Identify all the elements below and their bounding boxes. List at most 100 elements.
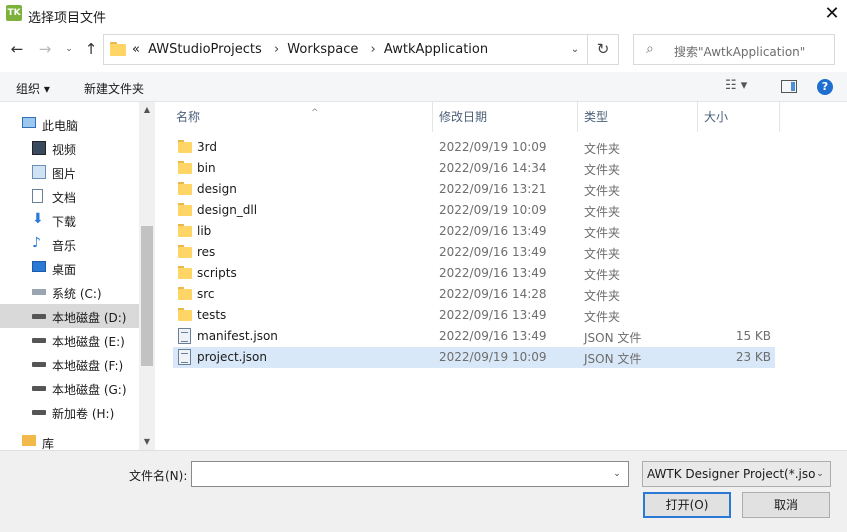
drive-icon (32, 314, 46, 319)
sidebar-item-10[interactable]: 本地磁盘 (E:) (0, 328, 139, 352)
documents-icon (32, 189, 43, 203)
forward-button[interactable]: → (36, 38, 54, 60)
sidebar-item-6[interactable]: ♪ 音乐 (0, 232, 139, 256)
sidebar-item-9[interactable]: 本地磁盘 (D:) (0, 304, 139, 328)
file-type: 文件夹 (584, 310, 621, 324)
scroll-up-icon[interactable]: ▲ (139, 102, 155, 118)
file-row[interactable]: res 2022/09/16 13:49 文件夹 (173, 242, 775, 263)
folder-icon (178, 308, 192, 322)
music-icon: ♪ (32, 235, 41, 251)
file-modified-date: 2022/09/19 10:09 (439, 140, 547, 154)
sidebar-item-11[interactable]: 本地磁盘 (F:) (0, 352, 139, 376)
file-dialog-footer: 文件名(N): ⌄ AWTK Designer Project(*.json) … (0, 450, 847, 532)
search-input[interactable]: ⌕ 搜索"AwtkApplication" (633, 34, 835, 65)
scroll-down-icon[interactable]: ▼ (139, 434, 155, 450)
file-name: manifest.json (197, 329, 278, 343)
open-button[interactable]: 打开(O) (643, 492, 731, 518)
sidebar-item-label: 下载 (52, 215, 77, 229)
sidebar-item-12[interactable]: 本地磁盘 (G:) (0, 376, 139, 400)
sidebar-item-label: 本地磁盘 (E:) (52, 335, 125, 349)
file-name: design (197, 182, 237, 196)
sidebar-item-5[interactable]: ⬇ 下载 (0, 208, 139, 232)
computer-icon (22, 117, 36, 128)
sort-ascending-icon: ^ (311, 108, 319, 118)
json-file-icon (178, 328, 191, 344)
sidebar-item-label: 音乐 (52, 239, 77, 253)
sidebar-item-3[interactable]: 图片 (0, 160, 139, 184)
address-bar[interactable]: « AWStudioProjects › Workspace › AwtkApp… (103, 34, 588, 65)
breadcrumb-item-awtkapplication[interactable]: AwtkApplication (384, 42, 488, 57)
file-modified-date: 2022/09/16 13:49 (439, 266, 547, 280)
search-placeholder: 搜索"AwtkApplication" (674, 45, 806, 59)
download-icon: ⬇ (32, 211, 44, 227)
sidebar-item-2[interactable]: 视频 (0, 136, 139, 160)
column-header-size[interactable]: 大小 (698, 102, 780, 132)
file-type: 文件夹 (584, 184, 621, 198)
back-button[interactable]: ← (8, 38, 26, 60)
folder-icon (178, 245, 192, 259)
column-header-type[interactable]: 类型 (578, 102, 698, 132)
sidebar-item-label: 文档 (52, 191, 77, 205)
address-dropdown-button[interactable]: ⌄ (563, 35, 587, 64)
file-name: project.json (197, 350, 267, 364)
file-row[interactable]: design 2022/09/16 13:21 文件夹 (173, 179, 775, 200)
file-row[interactable]: lib 2022/09/16 13:49 文件夹 (173, 221, 775, 242)
breadcrumb-item-awstudioprojects[interactable]: AWStudioProjects (148, 42, 262, 57)
sidebar-item-label: 桌面 (52, 263, 77, 277)
chevron-down-icon[interactable]: ⌄ (608, 462, 626, 486)
sidebar-item-1[interactable]: 此电脑 (0, 112, 139, 136)
sidebar-item-label: 此电脑 (42, 119, 79, 133)
sidebar-item-4[interactable]: 文档 (0, 184, 139, 208)
sidebar-item-8[interactable]: 系统 (C:) (0, 280, 139, 304)
file-row[interactable]: manifest.json 2022/09/16 13:49 JSON 文件 15 K… (173, 326, 775, 347)
sidebar-item-label: 本地磁盘 (F:) (52, 359, 124, 373)
up-folder-button[interactable]: ↑ (82, 38, 100, 60)
file-modified-date: 2022/09/16 13:49 (439, 308, 547, 322)
help-icon[interactable]: ? (817, 79, 833, 95)
file-row[interactable]: scripts 2022/09/16 13:49 文件夹 (173, 263, 775, 284)
file-type: 文件夹 (584, 142, 621, 156)
new-folder-button[interactable]: 新建文件夹 (84, 80, 144, 97)
folder-icon (178, 203, 192, 217)
recent-locations-button[interactable]: ⌄ (62, 38, 76, 60)
file-row[interactable]: src 2022/09/16 14:28 文件夹 (173, 284, 775, 305)
file-row[interactable]: tests 2022/09/16 13:49 文件夹 (173, 305, 775, 326)
file-row[interactable]: bin 2022/09/16 14:34 文件夹 (173, 158, 775, 179)
navigation-scrollbar[interactable]: ▲ ▼ (139, 102, 155, 450)
close-button[interactable]: ✕ (817, 0, 847, 30)
sidebar-item-label: 系统 (C:) (52, 287, 102, 301)
sidebar-item-7[interactable]: 桌面 (0, 256, 139, 280)
file-row[interactable]: design_dll 2022/09/19 10:09 文件夹 (173, 200, 775, 221)
sidebar-item-label: 本地磁盘 (D:) (52, 311, 127, 325)
file-modified-date: 2022/09/16 13:49 (439, 245, 547, 259)
cancel-button[interactable]: 取消 (742, 492, 830, 518)
folder-icon (178, 161, 192, 175)
file-row[interactable]: 3rd 2022/09/19 10:09 文件夹 (173, 137, 775, 158)
column-header-label: 名称 (176, 110, 201, 124)
scrollbar-thumb[interactable] (141, 226, 153, 366)
preview-pane-icon[interactable] (781, 80, 797, 93)
folder-icon (178, 224, 192, 238)
file-row[interactable]: project.json 2022/09/19 10:09 JSON 文件 23 KB (173, 347, 775, 368)
view-options-button[interactable]: ☷ ▾ (725, 78, 747, 93)
column-header-date[interactable]: 修改日期 (433, 102, 578, 132)
file-type: 文件夹 (584, 289, 621, 303)
sidebar-item-13[interactable]: 新加卷 (H:) (0, 400, 139, 424)
breadcrumb-separator[interactable]: › (274, 42, 279, 57)
file-type-select[interactable]: AWTK Designer Project(*.json) ⌄ (642, 461, 831, 487)
file-modified-date: 2022/09/19 10:09 (439, 203, 547, 217)
column-header-name[interactable]: 名称 ^ (170, 102, 433, 132)
refresh-button[interactable]: ↻ (588, 34, 619, 65)
breadcrumb-item-workspace[interactable]: Workspace (287, 42, 358, 57)
drive-icon (32, 362, 46, 367)
sidebar-item-label: 本地磁盘 (G:) (52, 383, 127, 397)
pictures-icon (32, 165, 46, 179)
title-bar: TK 选择项目文件 ✕ (0, 0, 847, 30)
breadcrumb-separator[interactable]: › (371, 42, 376, 57)
organize-menu-button[interactable]: 组织 ▾ (16, 80, 50, 97)
breadcrumb-overflow[interactable]: « (132, 42, 140, 57)
filename-input[interactable]: ⌄ (191, 461, 629, 487)
file-type: 文件夹 (584, 163, 621, 177)
filename-label: 文件名(N): (129, 469, 188, 483)
folder-icon (178, 266, 192, 280)
